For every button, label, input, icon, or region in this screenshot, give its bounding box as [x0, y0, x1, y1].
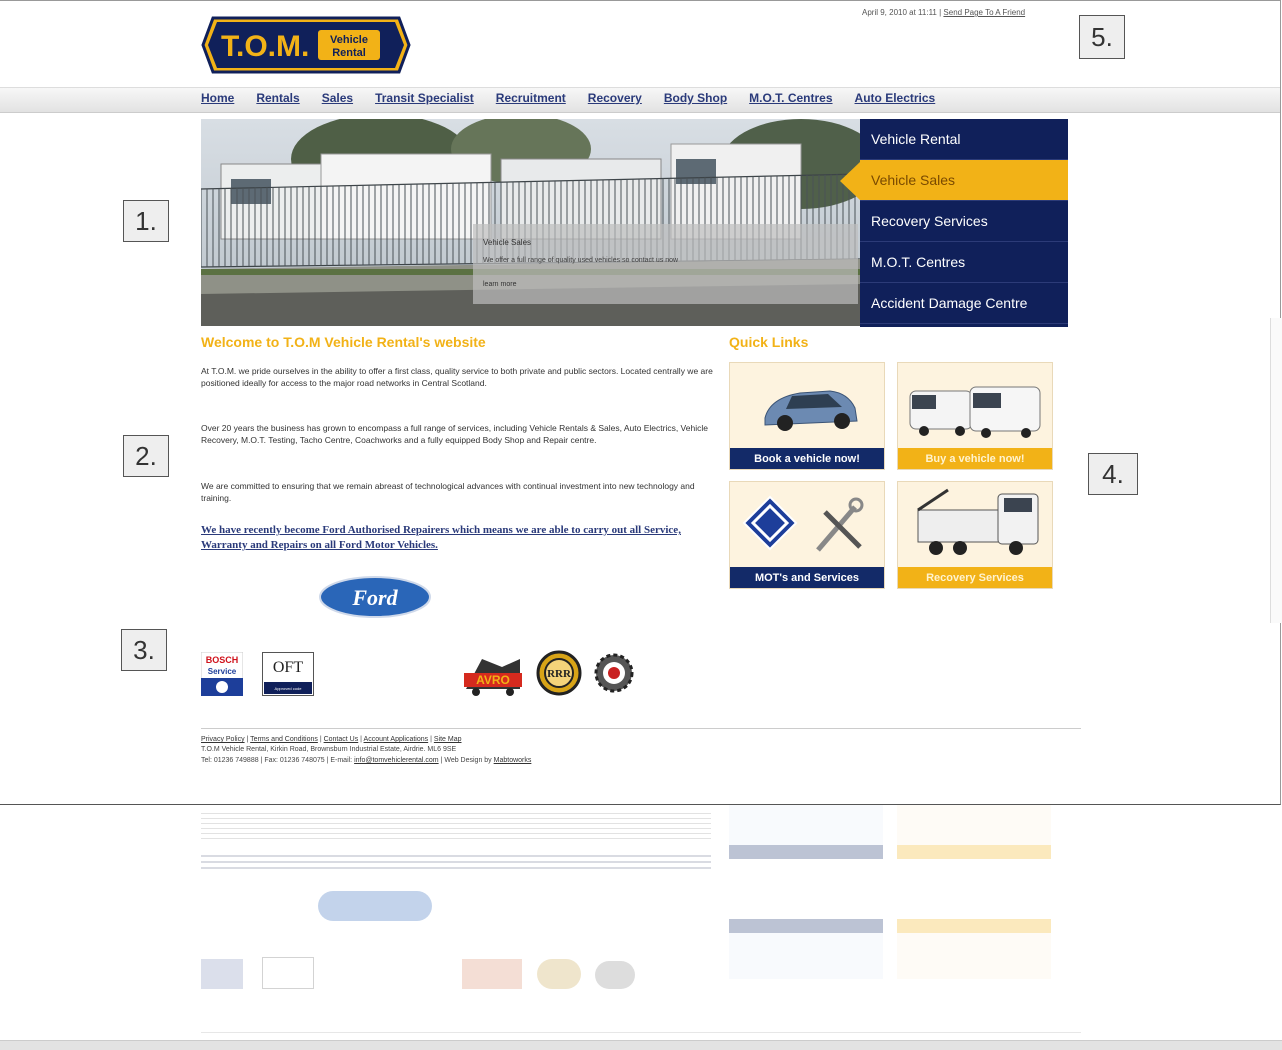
footer-address: T.O.M Vehicle Rental, Kirkin Road, Brown…: [201, 746, 457, 753]
footer-terms-link[interactable]: Terms and Conditions: [250, 736, 318, 743]
footer-design-pre: | Web Design by: [440, 757, 492, 764]
tile-book-label: Book a vehicle now!: [730, 448, 884, 469]
ford-logo[interactable]: Ford: [318, 576, 432, 618]
rrr-logo: RRR: [536, 650, 582, 696]
gear-badge-icon: [594, 653, 634, 693]
footer-divider: [201, 728, 1081, 729]
menu-vehicle-sales[interactable]: Vehicle Sales: [860, 160, 1068, 201]
logo-main-text: T.O.M.: [221, 30, 309, 63]
footer-contact-line: Tel: 01236 749888 | Fax: 01236 748075 | …: [201, 756, 901, 766]
date-text: April 9, 2010 at 11:11 |: [862, 8, 942, 17]
date-stamp: April 9, 2010 at 11:11 | Send Page To A …: [862, 8, 1025, 17]
logo-sub-vehicle: Vehicle: [330, 34, 368, 46]
menu-vehicle-rental[interactable]: Vehicle Rental: [860, 119, 1068, 160]
footer-privacy-link[interactable]: Privacy Policy: [201, 736, 245, 743]
nav-recruitment[interactable]: Recruitment: [496, 91, 566, 105]
nav-sales[interactable]: Sales: [322, 91, 353, 105]
vans-icon: [909, 386, 1041, 438]
send-to-friend-link[interactable]: Send Page To A Friend: [943, 8, 1025, 17]
logo-sub-rental: Rental: [332, 47, 366, 59]
caption-more[interactable]: learn more: [483, 281, 516, 288]
oft-logo: OFT Approved code: [262, 652, 314, 696]
nav-rentals[interactable]: Rentals: [256, 91, 299, 105]
tile-recovery-services[interactable]: Recovery Services: [897, 481, 1053, 589]
hero-side-menu: Vehicle Rental Vehicle Sales Recovery Se…: [840, 119, 1068, 327]
footer-contact-link[interactable]: Contact Us: [324, 736, 359, 743]
oft-text: OFT: [273, 659, 303, 676]
welcome-paragraph-2: Over 20 years the business has grown to …: [201, 423, 708, 445]
callout-1: 1.: [123, 200, 169, 242]
welcome-title: Welcome to T.O.M Vehicle Rental's websit…: [201, 334, 486, 350]
welcome-paragraph-3: We are committed to ensuring that we rem…: [201, 481, 695, 503]
footer-phone: Tel: 01236 749888 | Fax: 01236 748075 | …: [201, 757, 353, 764]
hero-banner[interactable]: Vehicle Sales We offer a full range of q…: [201, 119, 861, 326]
caption-text: We offer a full range of quality used ve…: [483, 257, 679, 264]
caption-title: Vehicle Sales: [483, 238, 532, 247]
tom-logo[interactable]: T.O.M. Vehicle Rental: [201, 16, 411, 74]
page-frame: T.O.M. Vehicle Rental April 9, 2010 at 1…: [0, 0, 1281, 805]
footer-links: Privacy Policy | Terms and Conditions | …: [201, 736, 462, 743]
tile-recovery-label: Recovery Services: [898, 567, 1052, 588]
callout-4: 4.: [1088, 453, 1138, 495]
main-nav: Home Rentals Sales Transit Specialist Re…: [201, 91, 957, 105]
bosch-service-text: Service: [208, 667, 237, 676]
reflection-content: [0, 805, 1282, 1049]
bosch-text: BOSCH: [206, 655, 239, 665]
mot-tools-icon: [742, 495, 864, 552]
bosch-service-logo: BOSCH Service: [201, 652, 243, 696]
welcome-paragraph-1: At T.O.M. we pride ourselves in the abil…: [201, 366, 713, 388]
oft-sub-text: Approved code: [275, 686, 303, 691]
menu-recovery-services[interactable]: Recovery Services: [860, 201, 1068, 242]
nav-recovery[interactable]: Recovery: [588, 91, 642, 105]
tile-buy-vehicle[interactable]: Buy a vehicle now!: [897, 362, 1053, 470]
footer-designer-link[interactable]: Mabtoworks: [494, 757, 532, 764]
nav-home[interactable]: Home: [201, 91, 234, 105]
footer-email-link[interactable]: info@tomvehiclerental.com: [354, 757, 439, 764]
footer-sitemap-link[interactable]: Site Map: [434, 736, 462, 743]
rrr-text: RRR: [547, 668, 572, 680]
ford-logo-text: Ford: [351, 585, 398, 610]
avro-text: AVRO: [476, 673, 510, 687]
menu-mot-centres[interactable]: M.O.T. Centres: [860, 242, 1068, 283]
ford-authorised-link[interactable]: We have recently become Ford Authorised …: [201, 523, 716, 553]
tile-mot-services[interactable]: MOT's and Services: [729, 481, 885, 589]
menu-accident-damage-centre[interactable]: Accident Damage Centre: [860, 283, 1068, 324]
tile-mot-label: MOT's and Services: [730, 567, 884, 588]
nav-transit-specialist[interactable]: Transit Specialist: [375, 91, 474, 105]
scrollbar-edge: [1270, 318, 1282, 623]
callout-3: 3.: [121, 629, 167, 671]
avro-logo: AVRO: [464, 659, 522, 696]
callout-5: 5.: [1079, 15, 1125, 59]
quick-links-title: Quick Links: [729, 334, 809, 350]
nav-body-shop[interactable]: Body Shop: [664, 91, 727, 105]
footer-account-link[interactable]: Account Applications: [364, 736, 429, 743]
nav-mot-centres[interactable]: M.O.T. Centres: [749, 91, 832, 105]
car-icon: [764, 390, 858, 431]
tile-book-vehicle[interactable]: Book a vehicle now!: [729, 362, 885, 470]
recovery-truck-icon: [917, 488, 1039, 555]
tile-buy-label: Buy a vehicle now!: [898, 448, 1052, 469]
page-reflection: [0, 805, 1282, 1049]
active-arrow-icon: [840, 162, 860, 200]
hero-caption: Vehicle Sales We offer a full range of q…: [473, 224, 858, 304]
nav-auto-electrics[interactable]: Auto Electrics: [855, 91, 936, 105]
callout-2: 2.: [123, 435, 169, 477]
